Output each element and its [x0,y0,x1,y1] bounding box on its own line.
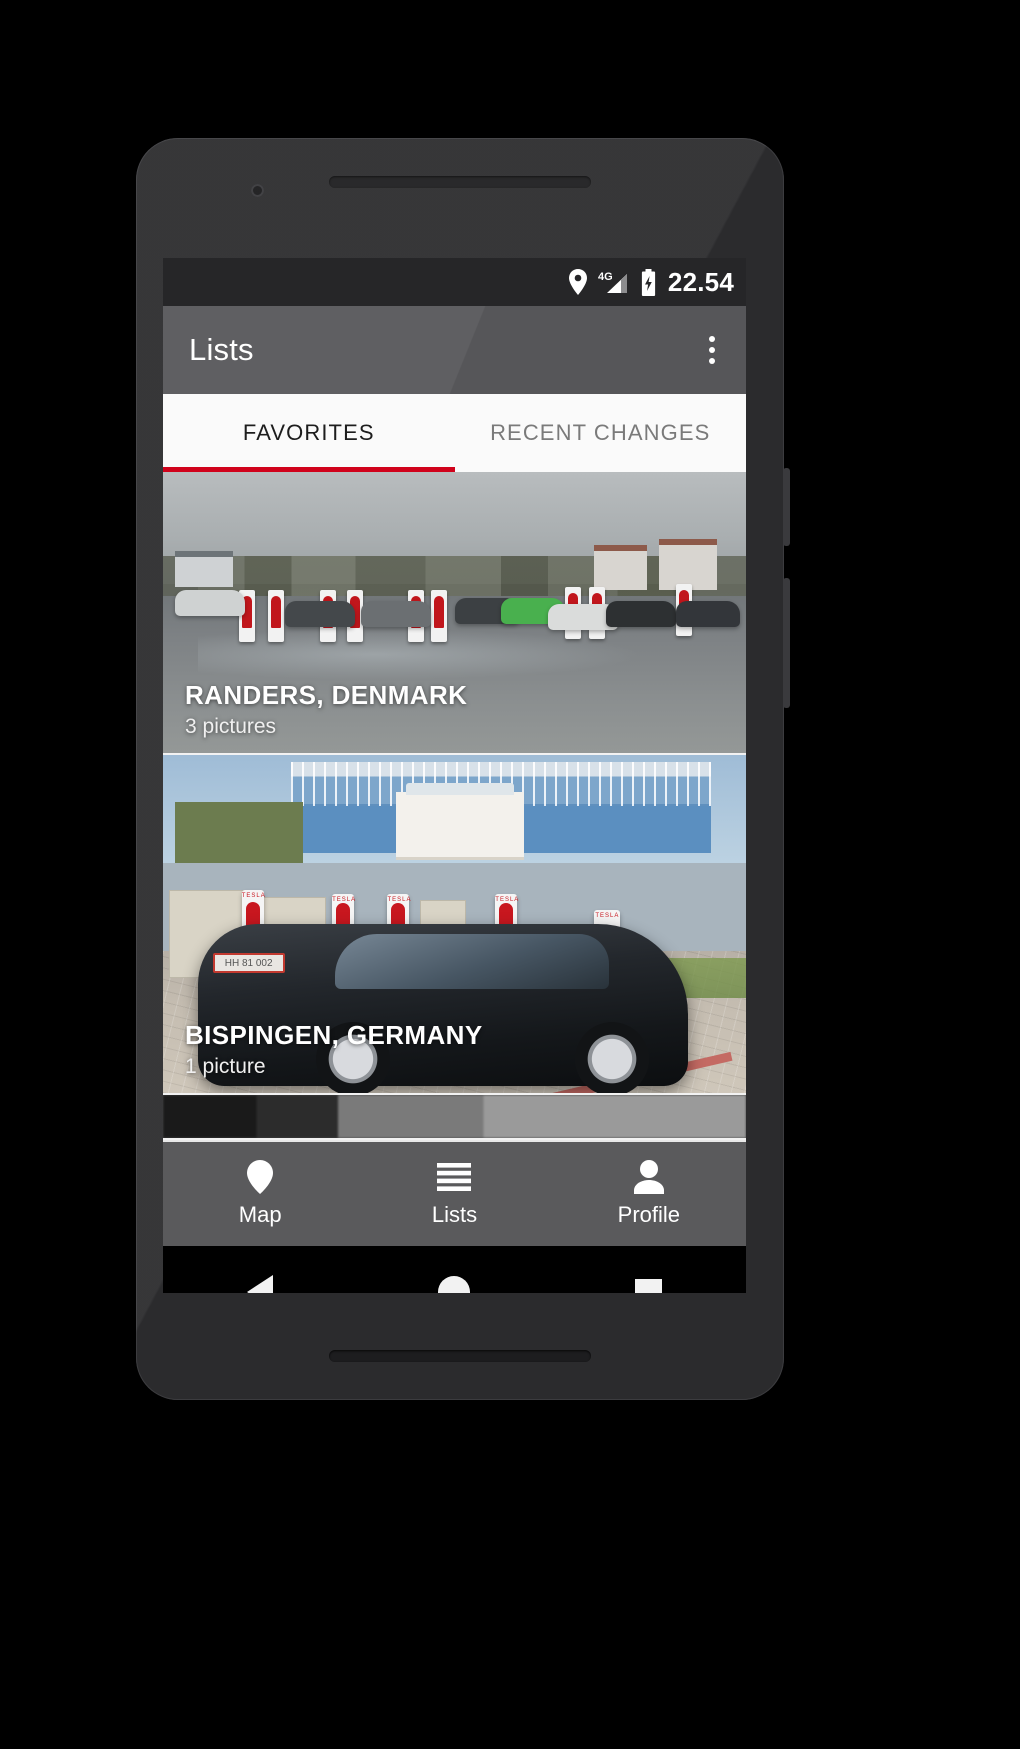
status-bar: 4G 22.54 [163,258,746,306]
recents-square-icon [635,1278,663,1293]
front-camera-icon [251,184,264,197]
phone-screen: 4G 22.54 Lists FAVORITES RECENT CHANGES … [163,258,746,1293]
screenshot-root: 4G 22.54 Lists FAVORITES RECENT CHANGES … [0,0,1020,1749]
page-title: Lists [189,332,254,367]
list-item[interactable] [163,1095,746,1140]
nav-item-lists[interactable]: Lists [357,1142,551,1246]
earpiece-speaker [329,176,591,188]
location-pin-icon [568,269,588,295]
svg-text:4G: 4G [598,271,613,283]
back-button[interactable] [225,1257,295,1293]
list-lines-icon [437,1160,472,1194]
tab-bar: FAVORITES RECENT CHANGES [163,394,746,472]
map-pin-icon [247,1160,274,1194]
card-photo-partial [163,1095,746,1138]
card-subtitle: 3 pictures [185,715,277,738]
tab-recent-changes[interactable]: RECENT CHANGES [455,394,747,472]
card-caption: RANDERS, DENMARK 3 pictures [163,680,467,753]
home-circle-icon [438,1276,471,1293]
volume-button[interactable] [783,578,790,708]
nav-item-lists-label: Lists [431,1202,478,1227]
nav-item-map[interactable]: Map [163,1142,357,1246]
favorites-list[interactable]: RANDERS, DENMARK 3 pictures TESLA TESLA … [163,472,746,1142]
card-caption: BISPINGEN, GERMANY 1 picture [163,1020,483,1093]
status-bar-clock: 22.54 [667,266,734,297]
tab-favorites[interactable]: FAVORITES [163,394,455,472]
person-icon [633,1160,665,1194]
license-plate: HH 81 002 [212,953,285,974]
recents-button[interactable] [614,1257,684,1293]
nav-item-profile-label: Profile [617,1202,680,1227]
card-subtitle: 1 picture [185,1055,266,1078]
list-item[interactable]: TESLA TESLA TESLA TESLA TESLA HH 81 002 … [163,755,746,1095]
tab-recent-changes-label: RECENT CHANGES [490,420,711,445]
nav-item-map-label: Map [238,1202,282,1227]
nav-item-profile[interactable]: Profile [552,1142,746,1246]
list-item[interactable]: RANDERS, DENMARK 3 pictures [163,472,746,755]
system-navigation-bar [163,1246,746,1293]
card-title: RANDERS, DENMARK [185,680,468,710]
battery-charging-icon [640,268,657,296]
power-button[interactable] [783,468,790,546]
card-title: BISPINGEN, GERMANY [185,1020,483,1050]
home-button[interactable] [419,1257,489,1293]
bottom-speaker [329,1350,591,1362]
back-triangle-icon [247,1275,274,1293]
bottom-navigation: Map Lists Profile [163,1142,746,1246]
signal-4g-icon: 4G [597,269,631,295]
app-bar: Lists [163,306,746,394]
overflow-menu-icon[interactable] [686,324,738,376]
tab-favorites-label: FAVORITES [242,420,375,445]
